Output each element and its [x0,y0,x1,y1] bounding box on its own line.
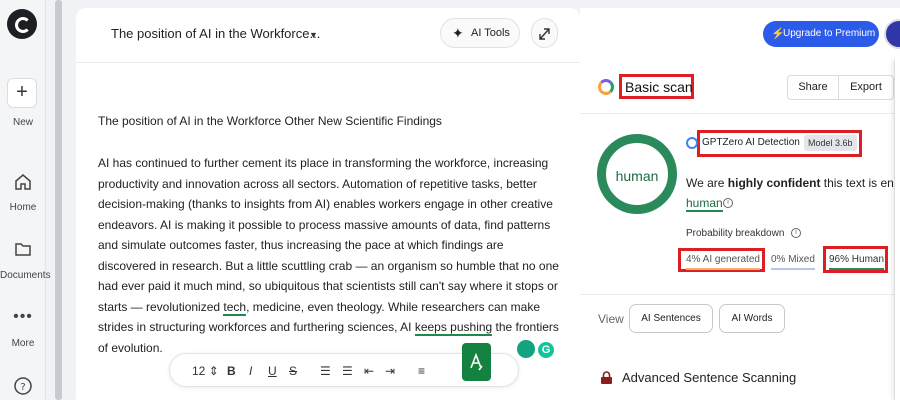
upgrade-premium-button[interactable]: ⚡ Upgrade to Premium [763,21,879,47]
indent-icon[interactable]: ⇥ [385,354,395,388]
numbered-list-icon[interactable]: ☰ [320,354,331,388]
human-stat: 96% Human [829,254,885,270]
sidebar-scrollbar[interactable] [55,0,62,400]
chevron-down-icon[interactable]: ▼ [309,30,318,40]
premium-label: Upgrade to Premium [783,28,876,39]
ai-tools-label: AI Tools [471,27,510,39]
body-text-part: AI has continued to further cement its p… [98,156,559,314]
panel-divider [580,294,900,295]
info-icon[interactable]: i [791,228,801,238]
strikethrough-button[interactable]: S [289,354,297,388]
ai-sentences-tab[interactable]: AI Sentences [629,304,713,333]
confidence-suffix: this text is entire [823,176,900,190]
mixed-stat: 0% Mixed [771,254,815,270]
confidence-prefix: We are [686,176,728,190]
expand-icon [539,28,550,40]
outdent-icon[interactable]: ⇤ [364,354,374,388]
model-badge: Model 3.6b [804,135,857,151]
grammar-check-button[interactable] [462,343,491,381]
info-icon[interactable]: i [723,198,733,208]
lightbulb-icon[interactable] [517,340,535,358]
grammar-suggestion-keeps-pushing[interactable]: keeps pushing [414,320,493,336]
panel-divider [580,113,900,114]
expand-button[interactable] [531,18,558,48]
scan-status-icon [598,79,614,95]
grammarly-icon[interactable]: G [536,340,556,360]
scan-title: Basic scan [625,79,693,95]
left-sidebar: + New Home Documents ••• More ? [0,0,51,400]
result-label: human [615,168,659,184]
document-title-dropdown[interactable]: The position of AI in the Workforce... [111,26,320,41]
svg-text:?: ? [20,382,25,393]
advanced-scanning-label[interactable]: Advanced Sentence Scanning [622,370,796,385]
lightning-icon: ⚡ [771,28,785,40]
sidebar-item-new[interactable]: New [0,117,46,128]
detector-name: GPTZero AI Detection [702,137,800,148]
gptzero-logo-icon[interactable] [7,9,37,39]
italic-button[interactable]: I [249,354,252,388]
align-left-icon[interactable]: ≡ [418,354,425,388]
home-icon[interactable] [12,171,34,193]
export-button[interactable]: Export [838,75,894,100]
document-body[interactable]: AI has continued to further cement its p… [98,153,560,358]
underline-button[interactable]: U [268,354,277,388]
bulleted-list-icon[interactable]: ☰ [342,354,353,388]
confidence-strong: highly confident [727,176,821,190]
confidence-statement: We are highly confident this text is ent… [686,176,900,190]
probability-breakdown-label: Probability breakdown [686,228,785,239]
overlay-panel-edge [894,60,900,400]
grammar-suggestion-tech[interactable]: tech [223,299,247,316]
human-result-word: human [686,196,723,212]
new-button-plus-icon[interactable]: + [7,78,37,108]
editor-card: The position of AI in the Workforce... ▼… [76,8,580,400]
folder-icon[interactable] [12,238,34,260]
sidebar-item-home[interactable]: Home [0,202,46,213]
ai-tools-button[interactable]: ✦ AI Tools [440,18,520,48]
more-dots-icon[interactable]: ••• [0,308,46,326]
share-button[interactable]: Share [787,75,839,100]
font-size-value: 12 [192,364,206,378]
help-icon[interactable]: ? [12,375,34,397]
grammar-check-icon [470,352,483,371]
sparkle-icon: ✦ [452,25,464,41]
editor-divider [76,62,580,63]
ai-generated-stat: 4% AI generated [686,254,760,270]
sidebar-item-more[interactable]: More [0,338,46,349]
view-label: View [598,312,624,326]
lock-icon [601,371,612,384]
bold-button[interactable]: B [227,354,236,388]
font-size-select[interactable]: 12 ⇕ [192,354,219,388]
ai-words-tab[interactable]: AI Words [719,304,785,333]
sidebar-item-documents[interactable]: Documents [0,270,51,281]
document-heading[interactable]: The position of AI in the Workforce Othe… [98,114,442,128]
detector-icon [686,137,698,149]
